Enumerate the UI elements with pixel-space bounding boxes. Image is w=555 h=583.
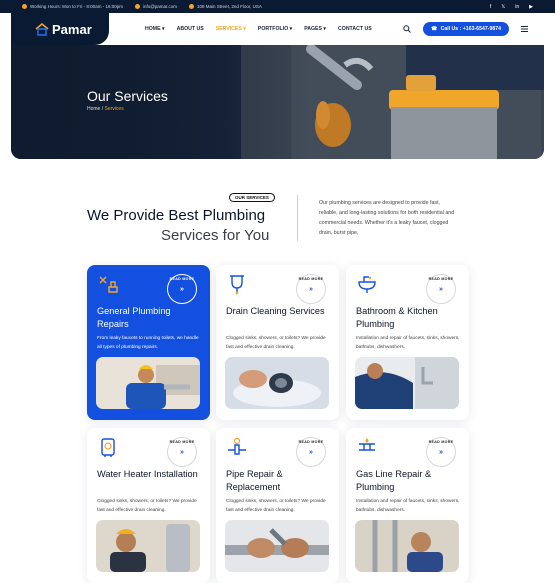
double-chevron-icon: » — [439, 285, 443, 293]
service-card-bathroom-kitchen[interactable]: » READ MORE Bathroom & Kitchen Plumbing I… — [346, 265, 469, 420]
read-more-label: READ MORE — [428, 440, 454, 444]
working-hours: Working Hours: Mon to Fri - 8:00am - 16:… — [22, 4, 123, 9]
read-more-label: READ MORE — [169, 440, 195, 444]
clock-icon — [22, 4, 27, 9]
nav-actions: ☎ Call Us : +163-6547-9874 — [403, 22, 544, 36]
divider — [297, 195, 298, 241]
double-chevron-icon: » — [180, 448, 184, 456]
read-more-button[interactable]: » READ MORE — [167, 437, 197, 467]
read-more-label: READ MORE — [169, 277, 195, 281]
address-info: 108 Main Street, 2nd Floor, USA — [189, 4, 262, 9]
card-description: Clogged sinks, showers, or toilets? We p… — [226, 336, 326, 350]
main-navbar: Pamar HOME ▾ ABOUT US SERVICES ▾ PORTFOL… — [11, 13, 544, 45]
section-heading-line2: Services for You — [161, 227, 270, 244]
facebook-icon[interactable]: f — [490, 4, 491, 10]
menu-icon[interactable] — [521, 26, 528, 32]
section-badge: OUR SERVICES — [229, 193, 275, 202]
card-description: Clogged sinks, showers, or toilets? We p… — [97, 499, 197, 513]
nav-home[interactable]: HOME ▾ — [145, 26, 165, 32]
read-more-label: READ MORE — [428, 277, 454, 281]
breadcrumb-current: Services — [104, 106, 124, 112]
card-title[interactable]: Drain Cleaning Services — [226, 305, 331, 318]
menu: HOME ▾ ABOUT US SERVICES ▾ PORTFOLIO ▾ P… — [145, 26, 372, 32]
read-more-label: READ MORE — [298, 440, 324, 444]
pipe-valve-icon — [228, 437, 246, 455]
card-title[interactable]: Water Heater Installation — [97, 468, 202, 481]
nav-services[interactable]: SERVICES ▾ — [216, 26, 246, 32]
plumber-photo — [96, 357, 200, 409]
service-card-general-plumbing[interactable]: » READ MORE General Plumbing Repairs From… — [87, 265, 210, 420]
read-more-button[interactable]: » READ MORE — [296, 437, 326, 467]
read-more-button[interactable]: » READ MORE — [167, 274, 197, 304]
gas-line-photo — [355, 520, 459, 572]
card-description: Installation and repair of faucets, sink… — [356, 499, 460, 513]
plumbing-tools-icon — [99, 276, 118, 293]
read-more-button[interactable]: » READ MORE — [426, 274, 456, 304]
breadcrumb-home[interactable]: Home — [87, 106, 100, 112]
gas-valve-icon — [359, 438, 375, 451]
drain-pipe-icon — [230, 275, 244, 295]
card-title[interactable]: Pipe Repair & Replacement — [226, 468, 331, 493]
x-icon[interactable]: 𝕏 — [501, 4, 505, 10]
section-heading-line1: We Provide Best Plumbing — [87, 207, 266, 224]
card-description: Clogged sinks, showers, or toilets? We p… — [226, 499, 326, 513]
sink-icon — [358, 276, 376, 293]
nav-portfolio[interactable]: PORTFOLIO ▾ — [258, 26, 292, 32]
drain-photo — [225, 357, 329, 409]
brand-name: Pamar — [52, 21, 92, 37]
card-title[interactable]: Bathroom & Kitchen Plumbing — [356, 305, 461, 330]
page-title: Our Services — [87, 88, 168, 104]
logo[interactable]: Pamar — [11, 13, 109, 45]
pipe-repair-photo — [225, 520, 329, 572]
water-heater-photo — [96, 520, 200, 572]
intro-paragraph: Our plumbing services are designed to pr… — [319, 200, 455, 236]
kitchen-photo — [355, 357, 459, 409]
email-info[interactable]: info@pamar.com — [134, 4, 177, 9]
youtube-icon[interactable]: ▶ — [529, 4, 533, 10]
read-more-button[interactable]: » READ MORE — [426, 437, 456, 467]
page-hero: Our Services Home / Services — [11, 45, 544, 159]
service-card-drain-cleaning[interactable]: » READ MORE Drain Cleaning Services Clogg… — [216, 265, 339, 420]
phone-icon: ☎ — [431, 26, 438, 32]
read-more-label: READ MORE — [298, 277, 324, 281]
nav-pages[interactable]: PAGES ▾ — [304, 26, 326, 32]
mail-icon — [134, 4, 140, 9]
search-icon[interactable] — [403, 25, 411, 33]
house-icon — [35, 22, 49, 36]
card-description: From leaky faucets to running toilets, w… — [97, 336, 199, 350]
double-chevron-icon: » — [439, 448, 443, 456]
top-info-bar: Working Hours: Mon to Fri - 8:00am - 16:… — [0, 0, 555, 13]
breadcrumb: Home / Services — [87, 106, 124, 112]
location-icon — [189, 4, 195, 9]
card-title[interactable]: General Plumbing Repairs — [97, 305, 202, 330]
nav-contact[interactable]: CONTACT US — [338, 26, 372, 32]
card-title[interactable]: Gas Line Repair & Plumbing — [356, 468, 461, 493]
water-heater-icon — [101, 438, 115, 457]
social-links: f 𝕏 in ▶ — [490, 4, 533, 10]
double-chevron-icon: » — [309, 285, 313, 293]
services-intro: OUR SERVICES We Provide Best Plumbing Se… — [0, 190, 555, 260]
double-chevron-icon: » — [309, 448, 313, 456]
call-button[interactable]: ☎ Call Us : +163-6547-9874 — [423, 22, 509, 36]
card-description: Installation and repair of faucets, sink… — [356, 336, 460, 350]
nav-about[interactable]: ABOUT US — [177, 26, 204, 32]
read-more-button[interactable]: » READ MORE — [296, 274, 326, 304]
linkedin-icon[interactable]: in — [515, 4, 519, 10]
double-chevron-icon: » — [180, 285, 184, 293]
